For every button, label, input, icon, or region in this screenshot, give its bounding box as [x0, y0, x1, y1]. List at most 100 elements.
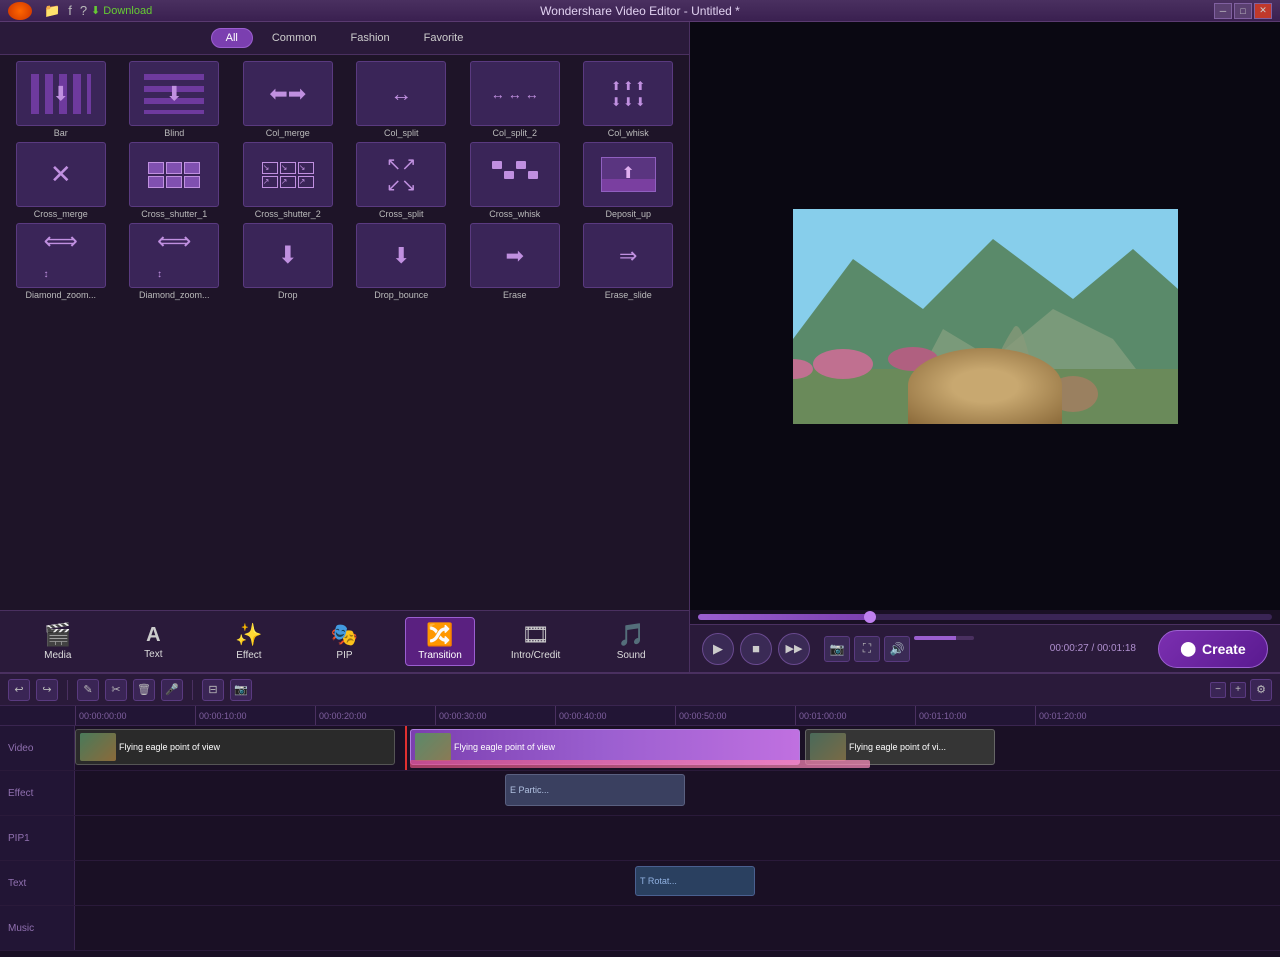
transition-drop[interactable]: ⬇ Drop: [233, 223, 343, 300]
effect-clip-1[interactable]: E Partic...: [505, 774, 685, 806]
filter-tab-fashion[interactable]: Fashion: [335, 28, 404, 48]
forward-button[interactable]: ▶▶: [778, 633, 810, 665]
clip-thumb-1: [80, 733, 116, 761]
transition-dropbounce-label: Drop_bounce: [374, 290, 428, 300]
tab-intro-credit[interactable]: 🎞 Intro/Credit: [501, 618, 571, 665]
edit-button[interactable]: ✎: [77, 679, 99, 701]
effect-track-row: Effect E Partic...: [0, 771, 1280, 816]
redo-button[interactable]: ↪: [36, 679, 58, 701]
progress-fill: [698, 614, 870, 620]
ruler-mark-5: 00:00:50:00: [675, 706, 795, 725]
transition-cross-split[interactable]: ↖↗↙↘ Cross_split: [347, 142, 457, 219]
transition-drop-label: Drop: [278, 290, 298, 300]
transition-bar[interactable]: ⬇ Bar: [6, 61, 116, 138]
transition-crossmerge-label: Cross_merge: [34, 209, 88, 219]
help-icon[interactable]: ?: [80, 3, 87, 18]
transition-eraseslide-label: Erase_slide: [605, 290, 652, 300]
transition-col-split[interactable]: ↔ Col_split: [347, 61, 457, 138]
create-button[interactable]: ⬤ Create: [1158, 630, 1268, 668]
zoom-out-button[interactable]: −: [1210, 682, 1226, 698]
right-panel: ▶ ■ ▶▶ 📷 ⛶ 🔊 00:00:27 / 00:01:18 ⬤ Creat…: [690, 22, 1280, 672]
fullscreen-button[interactable]: ⛶: [854, 636, 880, 662]
timeline-zoom: − + ⚙: [1210, 679, 1272, 701]
ruler-mark-4: 00:00:40:00: [555, 706, 675, 725]
snapshot-button[interactable]: 📷: [230, 679, 252, 701]
volume-button[interactable]: 🔊: [884, 636, 910, 662]
maximize-button[interactable]: □: [1234, 3, 1252, 19]
transition-col-whisk[interactable]: ⬆ ⬆ ⬆ ⬇ ⬇ ⬇ Col_whisk: [574, 61, 684, 138]
mic-button[interactable]: 🎤: [161, 679, 183, 701]
tab-media[interactable]: 🎬 Media: [23, 618, 93, 665]
transition-erase[interactable]: ➡ Erase: [460, 223, 570, 300]
filter-tab-favorite[interactable]: Favorite: [409, 28, 479, 48]
tab-effect[interactable]: ✨ Effect: [214, 618, 284, 665]
filter-tab-common[interactable]: Common: [257, 28, 332, 48]
media-icon: 🎬: [44, 622, 71, 648]
transition-drop-bounce[interactable]: ⬇ Drop_bounce: [347, 223, 457, 300]
stop-button[interactable]: ■: [740, 633, 772, 665]
transition-diamond-zoom2[interactable]: ⟺↕ Diamond_zoom...: [120, 223, 230, 300]
clip-2-label: Flying eagle point of view: [454, 742, 555, 752]
clip-thumb-2: [415, 733, 451, 761]
folder-icon[interactable]: 📁: [44, 3, 60, 19]
tab-pip-label: PIP: [336, 650, 352, 661]
transition-erase-label: Erase: [503, 290, 527, 300]
transition-cross-merge[interactable]: ✕ Cross_merge: [6, 142, 116, 219]
tab-transition[interactable]: 🔀 Transition: [405, 617, 475, 666]
ruler-mark-2: 00:00:20:00: [315, 706, 435, 725]
tab-pip[interactable]: 🎭 PIP: [309, 618, 379, 665]
split-button[interactable]: ⊟: [202, 679, 224, 701]
time-display: 00:00:27 / 00:01:18: [1050, 643, 1136, 654]
settings-button[interactable]: ⚙: [1250, 679, 1272, 701]
transition-deposit-up[interactable]: ⬆ Deposit_up: [574, 142, 684, 219]
app-logo: [8, 2, 32, 20]
tab-text[interactable]: A Text: [118, 620, 188, 664]
transition-cross-shutter1[interactable]: Cross_shutter_1: [120, 142, 230, 219]
intro-icon: 🎞: [522, 622, 550, 648]
facebook-icon[interactable]: f: [68, 3, 72, 18]
transition-cross-shutter2[interactable]: ↘ ↘ ↘ ↗ ↗ ↗ Cross_shutter_2: [233, 142, 343, 219]
progress-knob[interactable]: [864, 611, 876, 623]
video-track-label: Video: [0, 726, 75, 770]
transition-col-split2[interactable]: ↔ ↔ ↔ Col_split_2: [460, 61, 570, 138]
timeline: ↩ ↪ ✎ ✂ 🗑 🎤 ⊟ 📷 − + ⚙ 00:00:00:00 00:00:…: [0, 672, 1280, 957]
screenshot-button[interactable]: 📷: [824, 636, 850, 662]
download-button[interactable]: Download: [91, 4, 152, 17]
video-track-row: Video Flying eagle point of view Flying …: [0, 726, 1280, 771]
tab-sound[interactable]: 🎵 Sound: [596, 618, 666, 665]
transition-colmerge-label: Col_merge: [266, 128, 310, 138]
zoom-in-button[interactable]: +: [1230, 682, 1246, 698]
transition-crosssplit-label: Cross_split: [379, 209, 424, 219]
left-panel: All Common Fashion Favorite ⬇ Bar ⬇ Blin…: [0, 22, 690, 672]
music-track-content[interactable]: [75, 906, 1280, 950]
transition-cross-whisk[interactable]: Cross_whisk: [460, 142, 570, 219]
tool-tabs: 🎬 Media A Text ✨ Effect 🎭 PIP 🔀 Transiti…: [0, 610, 689, 672]
text-track-content[interactable]: T Rotat...: [75, 861, 1280, 905]
undo-button[interactable]: ↩: [8, 679, 30, 701]
video-track-content[interactable]: Flying eagle point of view Flying eagle …: [75, 726, 1280, 770]
effect-icon: ✨: [235, 622, 262, 648]
progress-track[interactable]: [698, 614, 1272, 620]
pip-icon: 🎭: [331, 622, 358, 648]
close-button[interactable]: ✕: [1254, 3, 1272, 19]
cut-button[interactable]: ✂: [105, 679, 127, 701]
tab-text-label: Text: [144, 649, 162, 660]
transition-erase-slide[interactable]: ⇒ Erase_slide: [574, 223, 684, 300]
volume-slider[interactable]: [914, 636, 974, 640]
pip-track-content[interactable]: [75, 816, 1280, 860]
minimize-button[interactable]: ─: [1214, 3, 1232, 19]
play-button[interactable]: ▶: [702, 633, 734, 665]
create-label: Create: [1202, 641, 1246, 657]
clip-thumb-3: [810, 733, 846, 761]
filter-tab-all[interactable]: All: [211, 28, 253, 48]
progress-bar-area[interactable]: [690, 610, 1280, 624]
effect-track-content[interactable]: E Partic...: [75, 771, 1280, 815]
preview-area: [690, 22, 1280, 610]
video-clip-1[interactable]: Flying eagle point of view: [75, 729, 395, 765]
delete-button[interactable]: 🗑: [133, 679, 155, 701]
transition-col-merge[interactable]: ⬅➡ Col_merge: [233, 61, 343, 138]
text-clip-1[interactable]: T Rotat...: [635, 866, 755, 896]
transition-blind[interactable]: ⬇ Blind: [120, 61, 230, 138]
playhead: [405, 726, 407, 770]
transition-diamond-zoom1[interactable]: ⟺↕ Diamond_zoom...: [6, 223, 116, 300]
